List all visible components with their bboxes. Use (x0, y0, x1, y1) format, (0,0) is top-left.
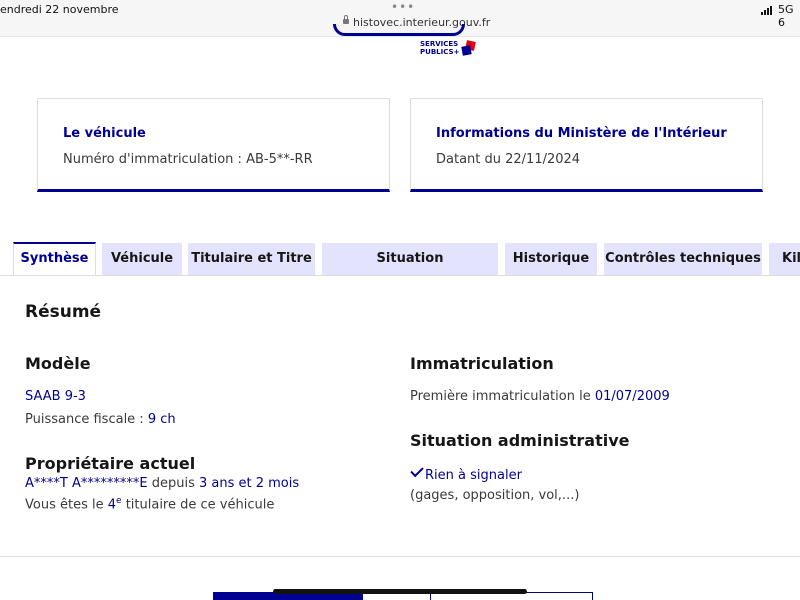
header-button-edge[interactable] (333, 24, 465, 36)
owner-heading: Propriétaire actuel (25, 454, 196, 473)
registration-number: Numéro d'immatriculation : AB-5**-RR (63, 152, 313, 167)
ministry-card: Informations du Ministère de l'Intérieur… (410, 98, 763, 192)
network-indicator: 5G 6 (778, 3, 794, 29)
owner-since-label: depuis (147, 476, 199, 491)
vehicle-card-title: Le véhicule (63, 126, 146, 141)
holder-rank: Vous êtes le 4e titulaire de ce véhicule (25, 496, 274, 512)
tab-synthese[interactable]: Synthèse (13, 242, 96, 276)
home-indicator[interactable] (273, 589, 527, 594)
services-publics-logo: SERVICES PUBLICS+ (420, 40, 459, 56)
tab-historique[interactable]: Historique (505, 243, 597, 275)
owner-duration: 3 ans et 2 mois (198, 476, 300, 491)
ministry-card-title: Informations du Ministère de l'Intérieur (436, 126, 727, 141)
tab-kilometrage[interactable]: Kil (769, 243, 800, 275)
owner-line: A****T A*********E depuis 3 ans et 2 moi… (25, 476, 299, 491)
logo-line-2: PUBLICS+ (420, 48, 460, 56)
fiscal-power-value: 9 ch (147, 412, 176, 427)
first-registration-label: Première immatriculation le (410, 389, 595, 404)
status-date: endredi 22 novembre (0, 3, 119, 16)
owner-name: A****T A*********E (25, 476, 148, 491)
first-registration-date: 01/07/2009 (594, 389, 670, 404)
fiscal-power: Puissance fiscale : 9 ch (25, 412, 176, 427)
ministry-date: Datant du 22/11/2024 (436, 152, 581, 167)
tab-controles-techniques[interactable]: Contrôles techniques (604, 243, 762, 275)
vehicle-card: Le véhicule Numéro d'immatriculation : A… (37, 98, 390, 192)
tab-situation-administrative[interactable]: Situation administrative (322, 243, 498, 298)
services-publics-mark-icon (461, 40, 476, 56)
holder-number: 4 (107, 497, 117, 513)
first-registration: Première immatriculation le 01/07/2009 (410, 389, 670, 404)
summary-title: Résumé (25, 302, 102, 322)
tab-titulaire-titre[interactable]: Titulaire et Titre (188, 243, 315, 275)
signal-icon (761, 6, 775, 15)
tab-vehicule[interactable]: Véhicule (102, 243, 182, 275)
holder-prefix: Vous êtes le (25, 497, 108, 513)
model-heading: Modèle (25, 354, 91, 373)
fiscal-power-label: Puissance fiscale : (25, 412, 148, 427)
holder-suffix: titulaire de ce véhicule (121, 497, 275, 513)
admin-detail: (gages, opposition, vol,...) (410, 488, 580, 503)
registration-heading: Immatriculation (410, 354, 554, 373)
admin-status: Rien à signaler (425, 468, 522, 483)
admin-situation-heading: Situation administrative (410, 431, 630, 450)
tab-bar: Synthèse Véhicule Titulaire et Titre Sit… (0, 242, 800, 298)
more-dots-icon[interactable]: ••• (391, 0, 415, 14)
logo-line-1: SERVICES (420, 40, 459, 48)
model-name: SAAB 9-3 (25, 389, 86, 404)
